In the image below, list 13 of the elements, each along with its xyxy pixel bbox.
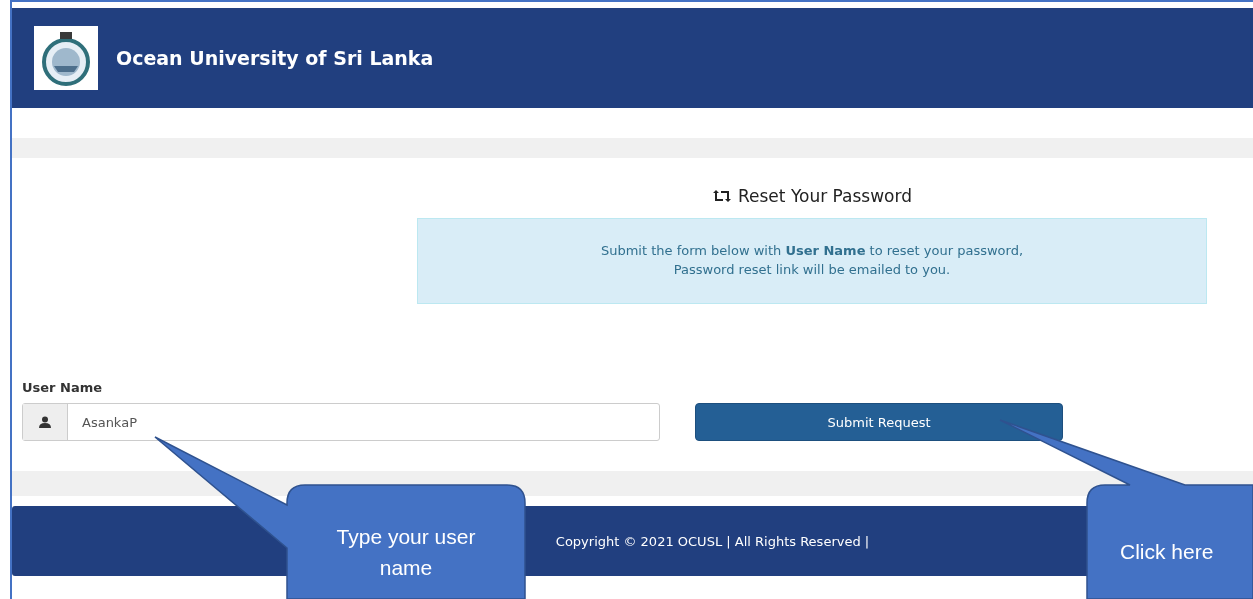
retweet-icon xyxy=(712,189,732,203)
submit-button[interactable]: Submit Request xyxy=(695,403,1063,441)
user-icon xyxy=(39,416,51,428)
callout-text: Type your user name xyxy=(335,524,477,581)
username-field[interactable]: AsankaP xyxy=(22,403,660,441)
copyright-text: Copyright © 2021 OCUSL | All Rights Reserved | xyxy=(555,533,870,549)
info-text: Password reset link will be emailed to you. xyxy=(673,262,951,277)
info-text: Submit the form below with User Name to reset your password, xyxy=(600,243,1024,258)
form-title: Reset Your Password xyxy=(738,186,912,206)
site-title: Ocean University of Sri Lanka xyxy=(116,47,434,69)
field-label: User Name xyxy=(22,380,104,395)
logo-icon xyxy=(34,26,98,90)
callout-text: Click here xyxy=(1120,539,1215,565)
